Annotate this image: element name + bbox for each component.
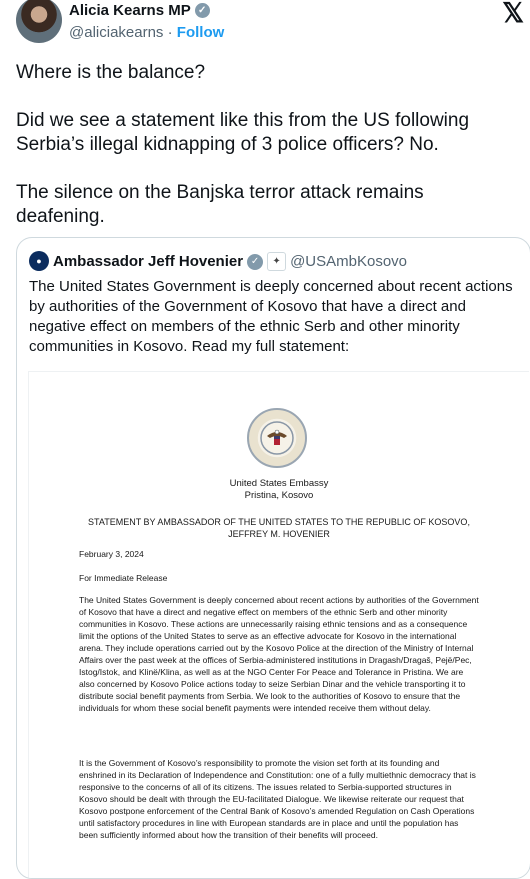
statement-document-image[interactable]: United States Embassy Pristina, Kosovo S… [28,371,529,878]
statement-paragraph-2: It is the Government of Kosovo’s respons… [79,758,476,840]
government-affiliation-icon: ✦ [267,252,287,271]
embassy-line-1: United States Embassy [229,478,329,489]
embassy-seal-icon [247,408,307,468]
quote-text: The United States Government is deeply c… [29,278,513,355]
quoted-tweet[interactable]: ● Ambassador Jeff Hovenier ✓ ✦ @USAmbKos… [16,237,530,879]
author-name-row[interactable]: Alicia Kearns MP ✓ [69,2,210,19]
author-name[interactable]: Alicia Kearns MP [69,2,191,19]
statement-date: February 3, 2024 [79,549,144,559]
quote-author-handle[interactable]: @USAmbKosovo [290,253,407,270]
verified-badge-icon: ✓ [247,253,264,270]
statement-title: STATEMENT BY AMBASSADOR OF THE UNITED ST… [88,517,470,539]
verified-badge-icon: ✓ [194,3,210,18]
author-handle[interactable]: @aliciakearns [69,24,163,41]
tweet-paragraph-2: Did we see a statement like this from th… [16,110,470,155]
embassy-line-2: Pristina, Kosovo [244,490,314,501]
tweet-paragraph-3: The silence on the Banjska terror attack… [16,182,424,227]
x-logo-icon[interactable]: 𝕏 [502,0,524,29]
tweet-text: Where is the balance? Did we see a state… [16,61,511,253]
quote-author-name[interactable]: Ambassador Jeff Hovenier [53,253,243,270]
quote-header: Ambassador Jeff Hovenier ✓ ✦ @USAmbKosov… [53,252,407,271]
tweet-paragraph-1: Where is the balance? [16,62,206,83]
statement-paragraph-1: The United States Government is deeply c… [79,595,479,713]
author-avatar[interactable] [16,0,62,43]
separator: · [167,24,173,41]
author-handle-row: @aliciakearns · Follow [69,24,224,41]
follow-button[interactable]: Follow [177,24,225,41]
quote-avatar[interactable]: ● [29,251,49,271]
release-line: For Immediate Release [79,573,168,583]
